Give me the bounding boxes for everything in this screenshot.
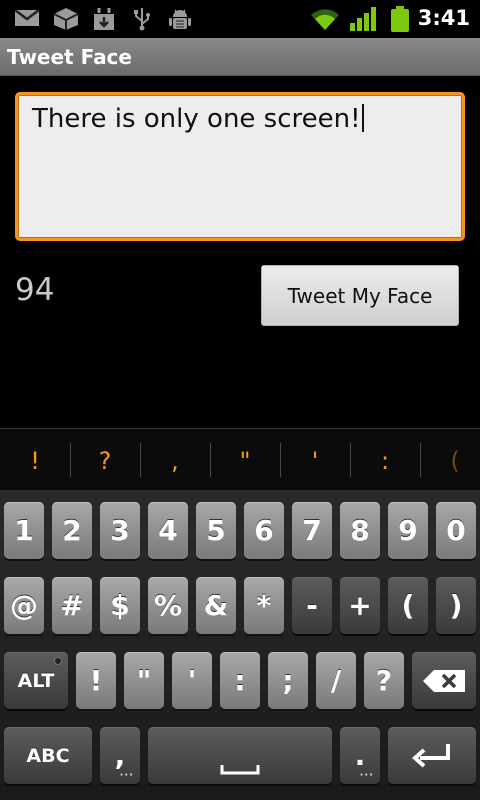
suggestion-item[interactable]: , — [140, 429, 210, 492]
soft-keyboard: 1 2 3 4 5 6 7 8 9 0 @ # $ % & * - + ( ) … — [0, 491, 480, 800]
wifi-icon — [311, 9, 339, 31]
suggestion-item[interactable]: " — [210, 429, 280, 492]
enter-icon — [411, 743, 450, 767]
character-counter: 94 — [15, 272, 55, 308]
key-9[interactable]: 9 — [388, 502, 428, 559]
app-title: Tweet Face — [7, 45, 132, 69]
tweet-text-value: There is only one screen! — [32, 104, 361, 134]
key-comma[interactable]: , ··· — [100, 727, 140, 784]
box-icon — [53, 8, 79, 30]
suggestion-item[interactable]: : — [350, 429, 420, 492]
more-keys-indicator: ··· — [119, 770, 134, 781]
key-hash[interactable]: # — [52, 577, 92, 634]
key-7[interactable]: 7 — [292, 502, 332, 559]
key-label: / — [330, 664, 342, 697]
text-cursor — [361, 104, 364, 132]
title-bar: Tweet Face — [0, 38, 480, 76]
key-label: 2 — [62, 514, 82, 547]
space-icon — [220, 764, 260, 774]
key-label: + — [348, 589, 372, 622]
key-minus[interactable]: - — [292, 577, 332, 634]
key-1[interactable]: 1 — [4, 502, 44, 559]
enter-key[interactable] — [388, 727, 476, 784]
key-label: 7 — [302, 514, 322, 547]
key-label: ALT — [17, 669, 55, 692]
key-8[interactable]: 8 — [340, 502, 380, 559]
suggestion-item[interactable]: ' — [280, 429, 350, 492]
key-label: ( — [401, 589, 415, 622]
key-4[interactable]: 4 — [148, 502, 188, 559]
battery-icon — [391, 6, 409, 32]
key-open-paren[interactable]: ( — [388, 577, 428, 634]
status-bar: 3:41 — [0, 0, 480, 38]
more-keys-indicator: ··· — [359, 770, 374, 781]
key-3[interactable]: 3 — [100, 502, 140, 559]
key-label: - — [306, 589, 318, 622]
suggestion-item[interactable]: ? — [70, 429, 140, 492]
key-double-quote[interactable]: " — [124, 652, 164, 709]
download-icon — [94, 8, 114, 30]
key-close-paren[interactable]: ) — [436, 577, 476, 634]
usb-icon — [134, 8, 150, 31]
key-label: ) — [449, 589, 463, 622]
alt-indicator-icon — [54, 657, 62, 665]
key-exclamation[interactable]: ! — [76, 652, 116, 709]
key-label: 4 — [158, 514, 178, 547]
tweet-my-face-button[interactable]: Tweet My Face — [261, 265, 459, 326]
key-ampersand[interactable]: & — [196, 577, 236, 634]
key-6[interactable]: 6 — [244, 502, 284, 559]
key-label: 6 — [254, 514, 274, 547]
backspace-key[interactable] — [412, 652, 476, 709]
alt-key[interactable]: ALT — [4, 652, 68, 709]
key-label: , — [114, 739, 126, 772]
abc-key[interactable]: ABC — [4, 727, 92, 784]
key-label: ; — [282, 664, 294, 697]
key-label: " — [136, 664, 152, 697]
key-0[interactable]: 0 — [436, 502, 476, 559]
key-semicolon[interactable]: ; — [268, 652, 308, 709]
key-percent[interactable]: % — [148, 577, 188, 634]
tweet-text-input[interactable]: There is only one screen! — [15, 92, 465, 241]
key-question[interactable]: ? — [364, 652, 404, 709]
suggestion-item[interactable]: ( — [420, 429, 480, 492]
key-label: @ — [10, 589, 38, 622]
suggestion-strip: ! ? , " ' : ( — [0, 428, 480, 491]
key-plus[interactable]: + — [340, 577, 380, 634]
key-slash[interactable]: / — [316, 652, 356, 709]
clock: 3:41 — [417, 6, 470, 30]
key-label: 9 — [398, 514, 418, 547]
key-single-quote[interactable]: ' — [172, 652, 212, 709]
key-label: ! — [89, 664, 103, 697]
key-colon[interactable]: : — [220, 652, 260, 709]
suggestion-item[interactable]: ! — [0, 429, 70, 492]
key-label: ? — [375, 664, 393, 697]
key-label: 8 — [350, 514, 370, 547]
key-label: % — [153, 589, 183, 622]
key-label: * — [256, 589, 272, 622]
key-label: 1 — [14, 514, 34, 547]
key-at[interactable]: @ — [4, 577, 44, 634]
key-label: ABC — [26, 744, 70, 767]
key-label: ' — [187, 664, 197, 697]
key-label: . — [354, 739, 366, 772]
key-asterisk[interactable]: * — [244, 577, 284, 634]
key-label: 5 — [206, 514, 226, 547]
android-debug-icon — [169, 9, 191, 29]
key-2[interactable]: 2 — [52, 502, 92, 559]
key-label: $ — [110, 589, 130, 622]
key-label: 0 — [446, 514, 466, 547]
key-label: # — [60, 589, 84, 622]
gmail-icon — [14, 9, 40, 26]
key-period[interactable]: . ··· — [340, 727, 380, 784]
key-label: 3 — [110, 514, 130, 547]
signal-icon — [350, 7, 376, 31]
space-key[interactable] — [148, 727, 332, 784]
key-5[interactable]: 5 — [196, 502, 236, 559]
backspace-icon — [423, 669, 465, 692]
key-label: & — [203, 589, 229, 622]
key-label: : — [234, 664, 246, 697]
key-dollar[interactable]: $ — [100, 577, 140, 634]
